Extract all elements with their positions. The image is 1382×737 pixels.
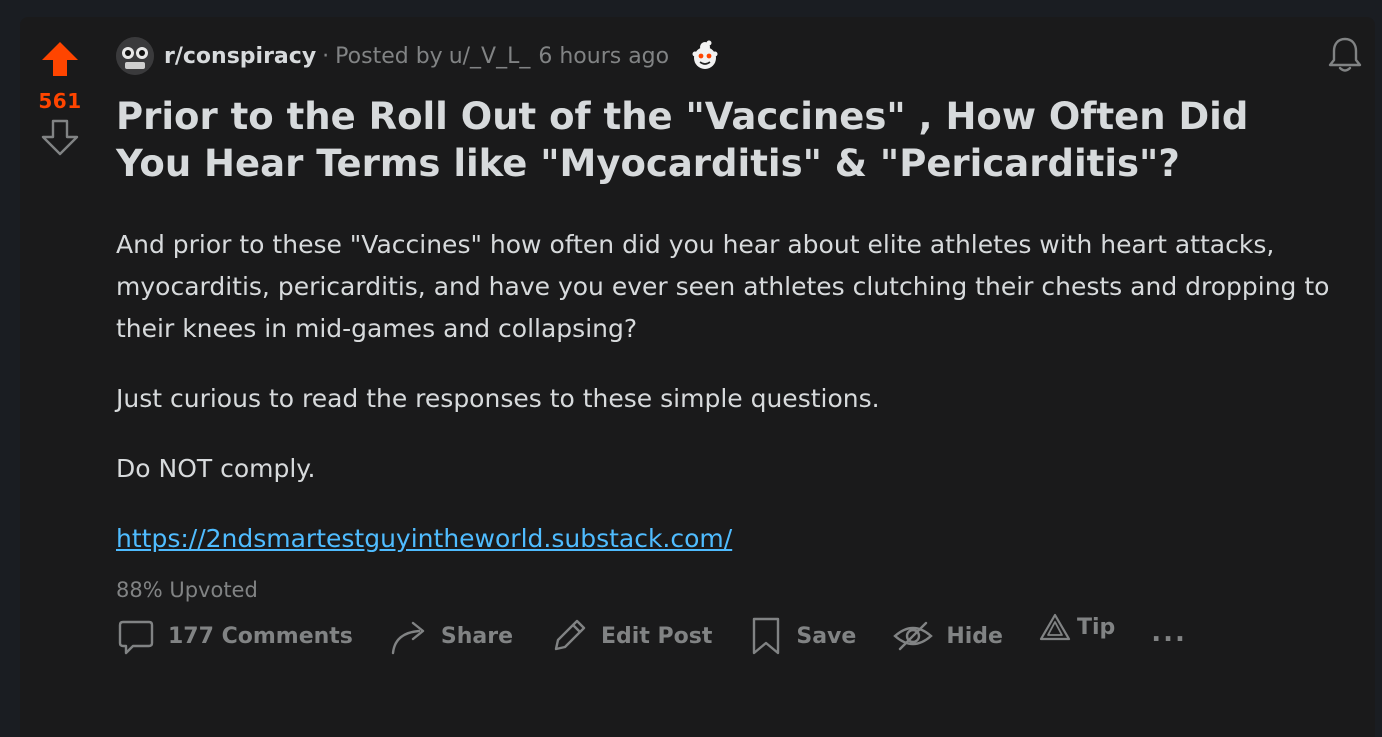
- author-link[interactable]: u/_V_L_: [449, 44, 531, 69]
- post-paragraph: Just curious to read the responses to th…: [116, 384, 880, 413]
- post-time[interactable]: 6 hours ago: [538, 44, 669, 69]
- post-paragraph: And prior to these "Vaccines" how often …: [116, 230, 1330, 343]
- subreddit-link[interactable]: r/conspiracy: [164, 44, 316, 69]
- save-button[interactable]: Save: [748, 615, 856, 657]
- eye-slash-icon: [893, 621, 934, 651]
- edit-post-label: Edit Post: [601, 623, 713, 649]
- subreddit-avatar-icon: [116, 37, 154, 75]
- pencil-icon: [554, 619, 586, 651]
- hide-button[interactable]: Hide: [892, 616, 1003, 656]
- upvote-button[interactable]: [40, 39, 80, 79]
- bookmark-icon: [753, 617, 780, 655]
- post-paragraph: Do NOT comply.: [116, 454, 316, 483]
- post-link-paragraph: https://2ndsmartestguyintheworld.substac…: [116, 518, 1346, 560]
- more-options-button[interactable]: ...: [1151, 618, 1187, 648]
- posted-by-label: Posted by: [335, 43, 443, 69]
- downvote-arrow-icon: [41, 119, 79, 156]
- notification-bell-button[interactable]: [1325, 35, 1365, 75]
- comments-button[interactable]: 177 Comments: [116, 616, 353, 656]
- post-action-bar: 177 Comments Share Edit Post Save Hide T…: [116, 612, 1187, 657]
- snoo-avatar-icon: [687, 38, 723, 74]
- share-button[interactable]: Share: [389, 616, 513, 656]
- share-label: Share: [440, 623, 514, 649]
- vote-column: 561: [20, 17, 100, 157]
- subreddit-avatar[interactable]: [116, 37, 154, 75]
- comments-label: 177 Comments: [168, 623, 353, 649]
- tip-triangle-icon: [1039, 613, 1071, 641]
- tip-button[interactable]: Tip: [1039, 612, 1115, 642]
- downvote-button[interactable]: [40, 117, 80, 157]
- tip-label: Tip: [1076, 614, 1116, 640]
- post-title[interactable]: Prior to the Roll Out of the "Vaccines" …: [116, 93, 1296, 187]
- bell-icon: [1328, 37, 1362, 72]
- upvote-arrow-icon: [42, 42, 78, 76]
- share-arrow-icon: [391, 621, 425, 655]
- vote-score: 561: [38, 89, 82, 113]
- post-external-link[interactable]: https://2ndsmartestguyintheworld.substac…: [116, 524, 732, 553]
- edit-post-button[interactable]: Edit Post: [549, 616, 712, 656]
- upvote-ratio: 88% Upvoted: [116, 578, 258, 602]
- post-meta: r/conspiracy · Posted by u/_V_L_ 6 hours…: [116, 37, 723, 75]
- comment-bubble-icon: [118, 620, 154, 655]
- hide-label: Hide: [946, 623, 1003, 649]
- save-label: Save: [796, 623, 857, 649]
- post-card: 561 r/conspiracy · Posted by u/_V_L_ 6 h…: [20, 17, 1375, 737]
- meta-separator: ·: [322, 43, 330, 69]
- post-body: And prior to these "Vaccines" how often …: [116, 224, 1346, 588]
